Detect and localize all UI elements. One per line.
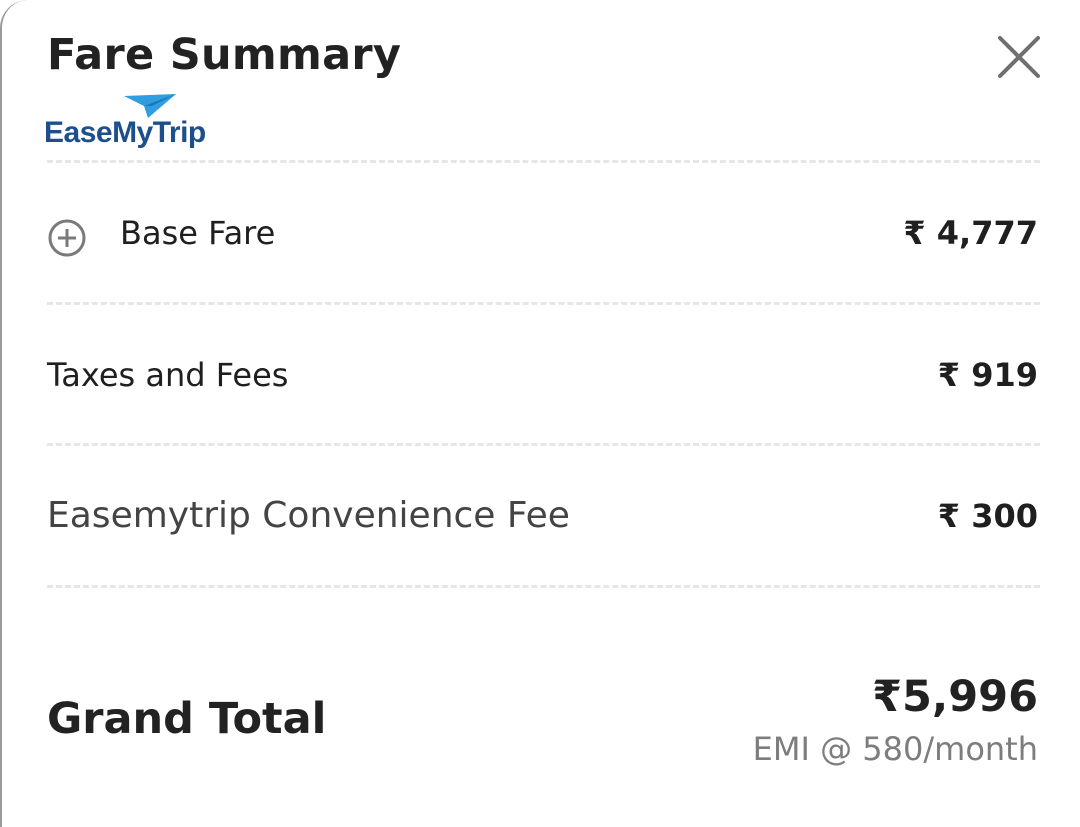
divider bbox=[47, 585, 1040, 588]
grand-total-value: ₹5,996 bbox=[872, 672, 1038, 722]
grand-total-label: Grand Total bbox=[47, 694, 327, 744]
base-fare-value: ₹ 4,777 bbox=[903, 214, 1038, 252]
taxes-value: ₹ 919 bbox=[937, 356, 1038, 394]
convenience-fee-value: ₹ 300 bbox=[937, 497, 1038, 535]
close-button[interactable] bbox=[992, 30, 1046, 84]
close-icon bbox=[998, 36, 1040, 78]
fare-summary-modal: Fare Summary EaseMyTrip Base Fare ₹ 4,77… bbox=[0, 0, 1080, 827]
convenience-fee-label: Easemytrip Convenience Fee bbox=[47, 495, 570, 536]
divider bbox=[47, 443, 1040, 446]
plus-circle-icon bbox=[48, 219, 86, 257]
brand-name: EaseMyTrip bbox=[44, 116, 206, 149]
divider bbox=[47, 302, 1040, 305]
page-title: Fare Summary bbox=[47, 30, 402, 80]
expand-base-fare-button[interactable] bbox=[47, 218, 87, 258]
divider bbox=[47, 160, 1040, 163]
emi-text[interactable]: EMI @ 580/month bbox=[753, 730, 1038, 768]
brand-logo: EaseMyTrip bbox=[44, 92, 224, 162]
taxes-label: Taxes and Fees bbox=[47, 356, 289, 394]
base-fare-label: Base Fare bbox=[120, 214, 276, 252]
